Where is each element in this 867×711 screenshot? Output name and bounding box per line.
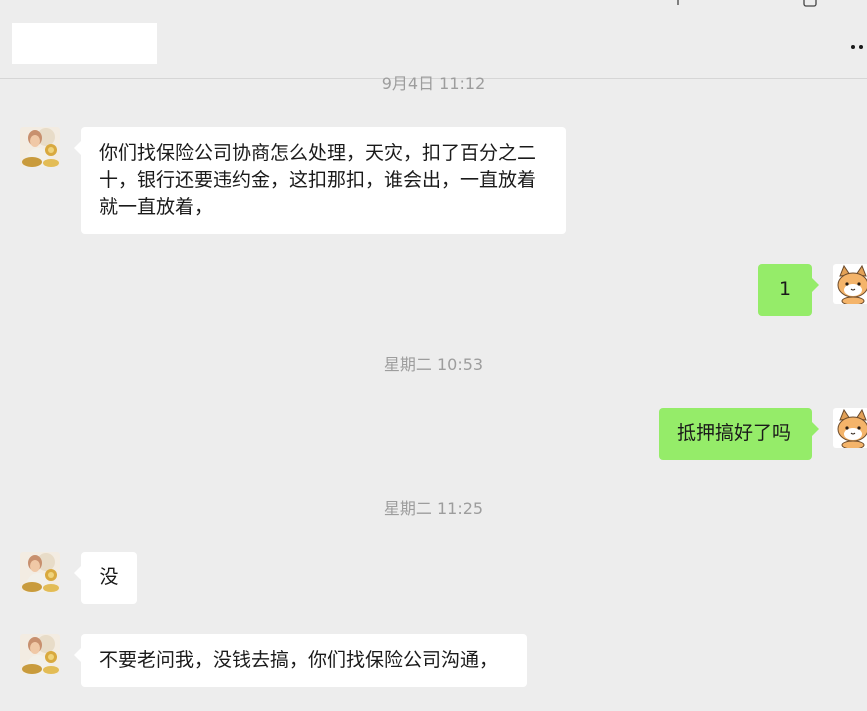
timestamp: 星期二 10:53 — [383, 355, 484, 374]
outgoing-message-bubble[interactable]: 抵押搞好了吗 — [659, 408, 819, 460]
incoming-message-bubble[interactable]: 没 — [74, 552, 137, 604]
timestamp: 星期二 11:25 — [383, 499, 484, 518]
contact-avatar[interactable] — [20, 634, 60, 674]
outgoing-message-bubble[interactable]: 1 — [758, 264, 819, 316]
cat-avatar[interactable] — [833, 264, 867, 304]
chat-header — [0, 0, 867, 79]
incoming-message-bubble[interactable]: 不要老问我，没钱去搞，你们找保险公司沟通， — [74, 634, 527, 687]
cat-avatar[interactable] — [833, 408, 867, 448]
contact-avatar[interactable] — [20, 552, 60, 592]
more-dots-icon[interactable] — [847, 40, 867, 54]
chat-title-redacted — [12, 23, 157, 64]
incoming-message-bubble[interactable]: 你们找保险公司协商怎么处理，天灾，扣了百分之二十，银行还要违约金，这扣那扣，谁会… — [74, 127, 566, 234]
contact-avatar[interactable] — [20, 127, 60, 167]
pin-icon[interactable] — [671, 0, 685, 6]
timestamp: 9月4日 11:12 — [381, 74, 486, 93]
maximize-icon[interactable] — [803, 0, 817, 8]
